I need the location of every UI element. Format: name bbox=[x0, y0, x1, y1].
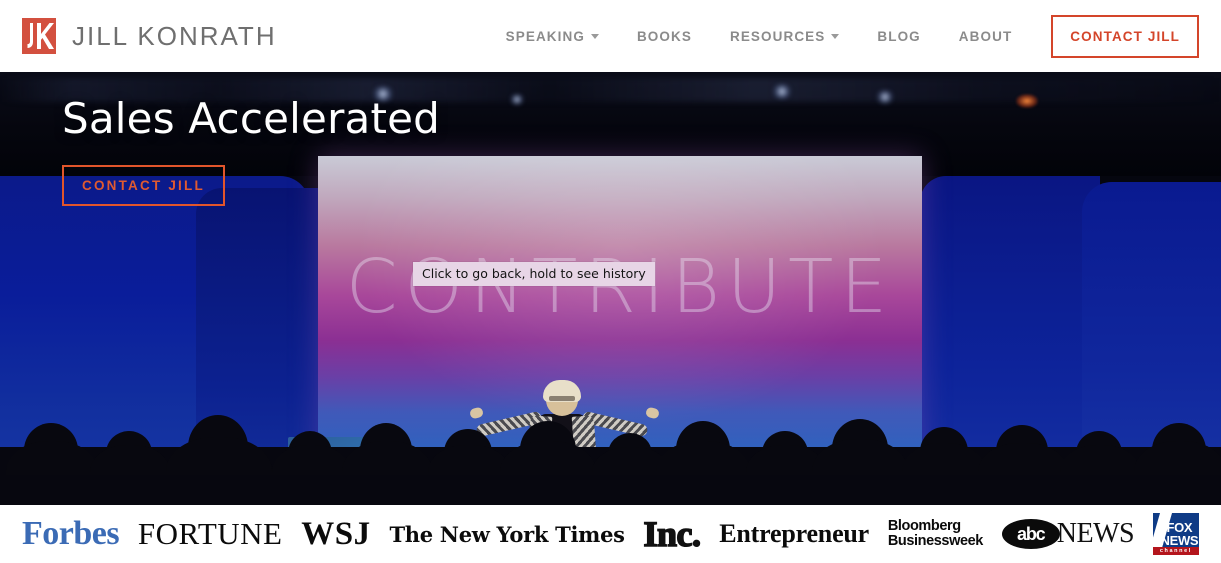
browser-back-tooltip: Click to go back, hold to see history bbox=[413, 262, 655, 286]
nav-label-resources: RESOURCES bbox=[729, 28, 826, 44]
speaker-glasses bbox=[549, 396, 575, 401]
nav-label-blog: BLOG bbox=[877, 28, 921, 44]
fox-channel-label: channel bbox=[1152, 547, 1199, 555]
audience-silhouettes bbox=[0, 409, 1221, 505]
press-logo-fortune[interactable]: FORTUNE bbox=[138, 516, 283, 552]
fox-line-2: NEWS bbox=[1160, 533, 1199, 548]
press-logo-fox-news[interactable]: FOX NEWS channel bbox=[1152, 513, 1199, 555]
press-logo-forbes[interactable]: Forbes bbox=[22, 515, 120, 553]
screen-word-text: CONTRIBUTE bbox=[345, 244, 895, 330]
header-contact-jill-button[interactable]: CONTACT JILL bbox=[1051, 14, 1199, 58]
press-logo-abc-news[interactable]: abc NEWS bbox=[1001, 518, 1135, 550]
stage-spotlight bbox=[874, 90, 896, 104]
stage-red-light bbox=[1016, 94, 1038, 108]
stage-spotlight bbox=[770, 84, 794, 99]
nav-label-about: ABOUT bbox=[958, 28, 1013, 44]
hero-contact-jill-button[interactable]: CONTACT JILL bbox=[62, 165, 225, 206]
brand-name: JILL KONRATH bbox=[72, 20, 277, 51]
hero-copy: Sales Accelerated CONTACT JILL bbox=[62, 94, 440, 206]
press-logo-bloomberg-businessweek[interactable]: Bloomberg Businessweek bbox=[887, 518, 984, 549]
press-logo-new-york-times[interactable]: The New York Times bbox=[389, 522, 625, 547]
nav-item-about[interactable]: ABOUT bbox=[940, 29, 1032, 44]
abc-news-wordmark: NEWS bbox=[1056, 518, 1135, 549]
jk-monogram-icon bbox=[22, 18, 56, 54]
nav-item-books[interactable]: BOOKS bbox=[618, 29, 711, 44]
bloomberg-line-2: Businessweek bbox=[887, 533, 984, 549]
nav-item-speaking[interactable]: SPEAKING bbox=[487, 29, 618, 44]
nav-label-speaking: SPEAKING bbox=[505, 28, 585, 44]
brand-logo-link[interactable]: JILL KONRATH bbox=[22, 18, 277, 54]
main-navigation: SPEAKING BOOKS RESOURCES BLOG ABOUT CONT… bbox=[487, 14, 1199, 58]
chevron-down-icon bbox=[831, 33, 840, 39]
nav-label-books: BOOKS bbox=[636, 28, 692, 44]
press-logo-inc[interactable]: Inc. bbox=[643, 513, 702, 555]
audience-shoulders bbox=[166, 437, 272, 475]
stage-spotlight bbox=[508, 94, 526, 105]
bloomberg-line-1: Bloomberg bbox=[887, 518, 961, 535]
abc-roundel-icon: abc bbox=[1001, 519, 1060, 549]
press-logo-entrepreneur[interactable]: Entrepreneur bbox=[719, 519, 869, 549]
page-root: JILL KONRATH SPEAKING BOOKS RESOURCES BL… bbox=[0, 0, 1221, 563]
audience-shoulders bbox=[812, 439, 908, 475]
site-header: JILL KONRATH SPEAKING BOOKS RESOURCES BL… bbox=[0, 0, 1221, 72]
chevron-down-icon bbox=[590, 33, 599, 39]
nav-item-blog[interactable]: BLOG bbox=[858, 29, 939, 44]
hero-title: Sales Accelerated bbox=[62, 94, 441, 143]
nav-item-resources[interactable]: RESOURCES bbox=[711, 29, 858, 44]
hero-section: CONTRIBUTE Linked in Sales Connect bbox=[0, 72, 1221, 505]
press-logo-wsj[interactable]: WSJ bbox=[301, 516, 370, 553]
press-logo-bar: Forbes FORTUNE WSJ The New York Times In… bbox=[0, 505, 1221, 563]
